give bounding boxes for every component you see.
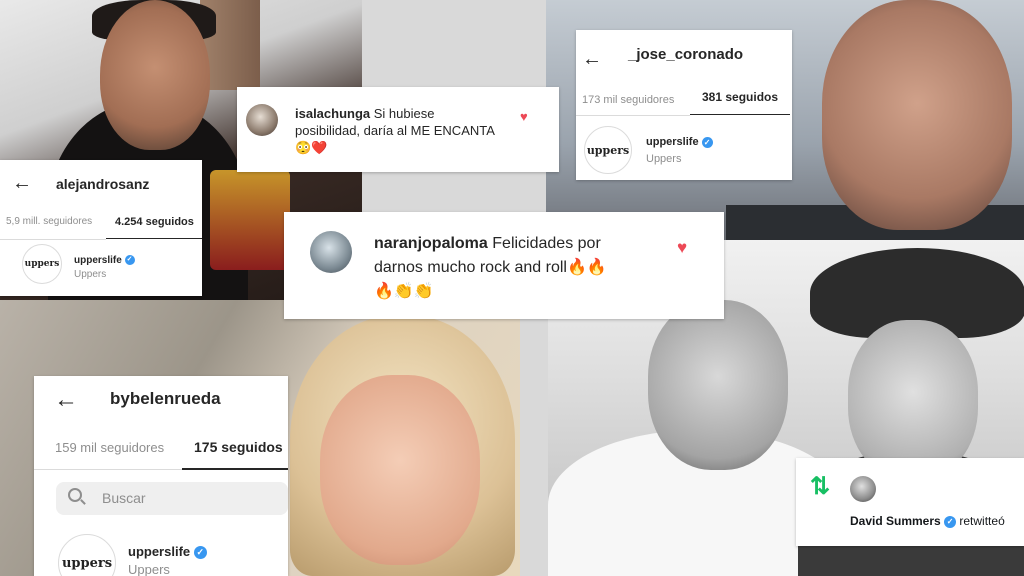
comment-text: darnos mucho rock and roll🔥🔥 [374,259,607,276]
heart-icon[interactable]: ♥ [520,109,528,124]
comment-username[interactable]: naranjopaloma [374,235,488,252]
verified-badge-icon: ✓ [193,546,207,560]
account-name[interactable]: upperslife ✓ [646,136,713,148]
followers-tab[interactable]: 159 mil seguidores [55,440,164,455]
following-tab[interactable]: 381 seguidos [702,90,778,104]
verified-badge-icon: ✓ [124,255,135,266]
profile-card-jose-coronado: ← _jose_coronado 173 mil seguidores 381 … [576,30,792,180]
comment-text: Si hubiese [373,106,435,121]
search-placeholder: Buscar [102,490,146,506]
heart-icon[interactable]: ♥ [677,238,687,258]
avatar[interactable] [310,231,352,273]
profile-card-alejandrosanz: ← alejandrosanz 5,9 mill. seguidores 4.2… [0,160,202,296]
following-tab[interactable]: 175 seguidos [194,439,283,455]
avatar[interactable]: uppers [58,534,116,576]
account-name[interactable]: upperslife ✓ [74,255,135,266]
twitter-username[interactable]: David Summers [850,514,941,528]
avatar[interactable]: uppers [22,244,62,284]
account-name[interactable]: upperslife ✓ [128,544,207,560]
profile-card-bybelenrueda: ← bybelenrueda 159 mil seguidores 175 se… [34,376,288,576]
comment-text: posibilidad, daría al ME ENCANTA [295,123,495,138]
search-icon-handle [80,499,86,505]
comment-emojis: 😳❤️ [295,140,328,155]
followers-tab[interactable]: 173 mil seguidores [582,94,674,106]
profile-handle: alejandrosanz [56,176,150,192]
account-subtitle: Uppers [74,269,107,280]
avatar[interactable]: uppers [584,126,632,174]
comment-card-naranjopaloma: naranjopaloma Felicidades por darnos muc… [284,212,724,319]
search-input[interactable]: Buscar [56,482,288,515]
comment-emojis: 🔥👏👏 [374,283,434,300]
avatar[interactable] [246,104,278,136]
retweet-action: retwitteó [959,514,1005,528]
arrow-left-icon[interactable]: ← [12,172,32,195]
verified-badge-icon: ✓ [701,136,713,148]
followers-tab[interactable]: 5,9 mill. seguidores [6,216,92,227]
arrow-left-icon[interactable]: ← [582,48,602,71]
comment-text: Felicidades por [492,235,601,252]
arrow-left-icon[interactable]: ← [54,386,78,414]
comment-username[interactable]: isalachunga [295,106,370,121]
following-tab[interactable]: 4.254 seguidos [115,216,194,228]
grammy-award [210,170,290,270]
account-subtitle: Uppers [128,562,170,576]
account-subtitle: Uppers [646,153,682,165]
comment-card-isalachunga: isalachunga Si hubiese posibilidad, darí… [237,87,559,172]
retweet-card-david-summers: ⇅ David Summers ✓ retwitteó [796,458,1024,546]
verified-badge-icon: ✓ [944,515,957,528]
profile-handle: bybelenrueda [110,389,221,408]
retweet-icon[interactable]: ⇅ [810,472,830,501]
avatar[interactable] [850,476,876,502]
profile-handle: _jose_coronado [628,46,744,63]
